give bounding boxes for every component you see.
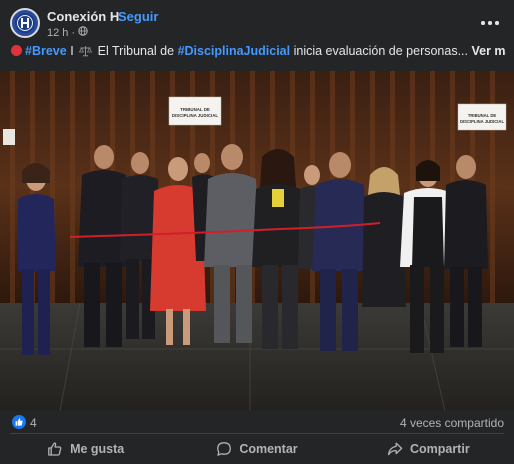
caption-text-2: inicia evaluación de personas... — [293, 44, 469, 58]
more-dots-icon — [481, 21, 485, 25]
more-options-button[interactable] — [480, 12, 500, 32]
reaction-count[interactable]: 4 — [30, 416, 37, 430]
comment-bubble-icon — [217, 442, 232, 456]
hashtag-breve[interactable]: #Breve — [25, 44, 67, 58]
post-actions: Me gusta Comentar Compartir — [0, 434, 514, 464]
comment-button[interactable]: Comentar — [171, 434, 342, 464]
sign-right-line2: DISCIPLINA JUDICIAL — [460, 119, 504, 124]
thumbs-up-icon — [48, 442, 62, 456]
post-header: Conexión H · Seguir 12 h · — [0, 0, 514, 46]
share-count[interactable]: 4 veces compartido — [400, 416, 504, 430]
red-circle-icon — [11, 45, 22, 56]
sign-left-line2: DISCIPLINA JUDICIAL — [172, 113, 219, 118]
feed-post: Conexión H · Seguir 12 h · #Breve I El T… — [0, 0, 514, 464]
post-photo[interactable]: TRIBUNAL DE DISCIPLINA JUDICIAL TRIBUNAL… — [0, 71, 514, 411]
wall-plaque — [3, 129, 15, 145]
post-time[interactable]: 12 h — [47, 27, 68, 39]
institution-logo-icon — [15, 13, 35, 33]
share-button[interactable]: Compartir — [343, 434, 514, 464]
reactions-bar: 4 4 veces compartido — [0, 411, 514, 433]
meta-separator: · — [71, 26, 76, 39]
caption-text-1: El Tribunal de — [97, 44, 175, 58]
sign-left: TRIBUNAL DE DISCIPLINA JUDICIAL — [168, 96, 222, 126]
post-caption: #Breve I El Tribunal de #DisciplinaJudic… — [11, 44, 506, 62]
caption-bar: I — [70, 44, 74, 58]
page-name[interactable]: Conexión H — [47, 9, 119, 24]
globe-icon — [78, 26, 88, 39]
sign-right: TRIBUNAL DE DISCIPLINA JUDICIAL — [457, 103, 507, 131]
scales-icon — [79, 45, 93, 60]
more-dot — [495, 21, 499, 25]
like-reaction-icon[interactable] — [12, 415, 26, 429]
post-meta: 12 h · — [47, 26, 88, 39]
sign-right-line1: TRIBUNAL DE — [468, 113, 497, 118]
header-separator: · — [111, 9, 116, 24]
share-arrow-icon — [387, 442, 403, 456]
like-label: Me gusta — [70, 442, 125, 456]
see-more-link[interactable]: Ver más — [472, 44, 507, 58]
sign-left-line1: TRIBUNAL DE — [180, 107, 210, 112]
share-label: Compartir — [409, 442, 470, 456]
comment-label: Comentar — [239, 442, 298, 456]
page-avatar[interactable] — [10, 8, 40, 38]
follow-button[interactable]: Seguir — [118, 9, 158, 24]
hashtag-disciplina-judicial[interactable]: #DisciplinaJudicial — [178, 44, 291, 58]
like-button[interactable]: Me gusta — [0, 434, 171, 464]
more-dot — [488, 21, 492, 25]
